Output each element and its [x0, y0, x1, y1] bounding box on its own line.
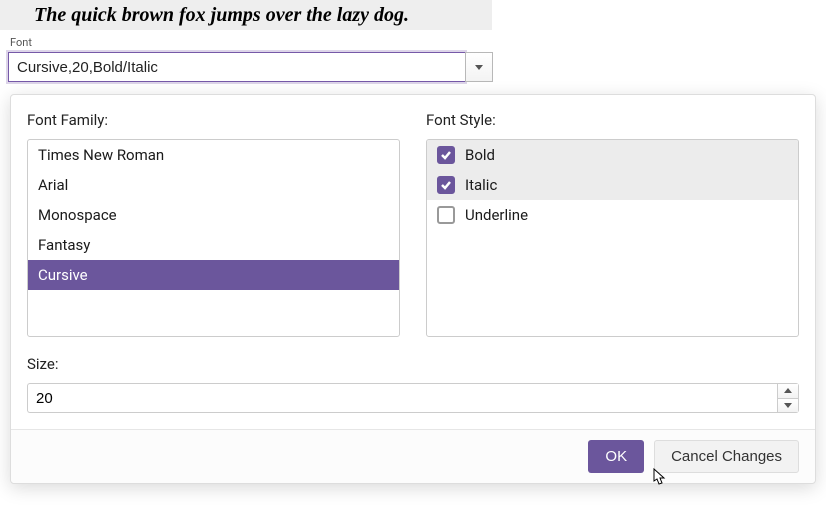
- style-item[interactable]: Bold: [427, 140, 798, 170]
- style-item-label: Bold: [465, 146, 495, 164]
- font-combobox-input[interactable]: [8, 52, 465, 82]
- list-item[interactable]: Cursive: [28, 260, 399, 290]
- checkbox-icon: [437, 146, 455, 164]
- font-style-list[interactable]: Bold Italic Underline: [426, 139, 799, 337]
- list-item[interactable]: Times New Roman: [28, 140, 399, 170]
- chevron-down-icon: [475, 65, 483, 70]
- style-item-label: Underline: [465, 206, 528, 224]
- ok-button[interactable]: OK: [588, 440, 644, 473]
- dialog-footer: OK Cancel Changes: [11, 429, 815, 483]
- checkbox-icon: [437, 206, 455, 224]
- cancel-button[interactable]: Cancel Changes: [654, 440, 799, 473]
- style-item[interactable]: Underline: [427, 200, 798, 230]
- chevron-down-icon: [784, 403, 792, 408]
- font-preview: The quick brown fox jumps over the lazy …: [0, 0, 492, 30]
- chevron-up-icon: [784, 388, 792, 393]
- font-family-label: Font Family:: [27, 111, 400, 129]
- list-item[interactable]: Monospace: [28, 200, 399, 230]
- font-family-listbox[interactable]: Times New RomanArialMonospaceFantasyCurs…: [27, 139, 400, 337]
- size-decrement[interactable]: [778, 399, 798, 413]
- list-item[interactable]: Arial: [28, 170, 399, 200]
- font-combobox[interactable]: [8, 52, 493, 82]
- preview-text: The quick brown fox jumps over the lazy …: [34, 4, 409, 27]
- font-field-label: Font: [0, 30, 826, 52]
- size-label: Size:: [27, 355, 799, 373]
- size-increment[interactable]: [778, 384, 798, 399]
- font-style-label: Font Style:: [426, 111, 799, 129]
- style-item[interactable]: Italic: [427, 170, 798, 200]
- checkbox-icon: [437, 176, 455, 194]
- size-spinner[interactable]: [27, 383, 799, 413]
- list-item[interactable]: Fantasy: [28, 230, 399, 260]
- size-input[interactable]: [27, 383, 777, 413]
- font-editor-popup: Font Family: Times New RomanArialMonospa…: [10, 94, 816, 484]
- font-combobox-toggle[interactable]: [465, 52, 493, 82]
- style-item-label: Italic: [465, 176, 497, 194]
